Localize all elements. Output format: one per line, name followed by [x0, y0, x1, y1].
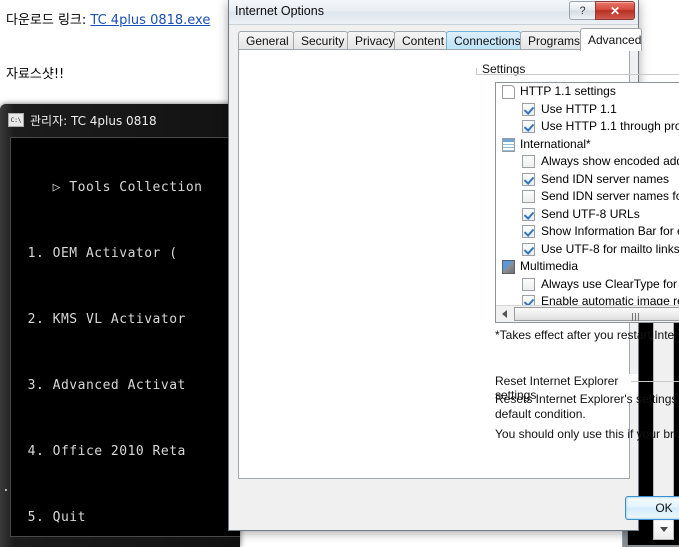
- screenshot-label: 자료스샷!!: [6, 67, 65, 82]
- tab-label: Privacy: [355, 34, 395, 48]
- tab-label: Advanced: [588, 33, 642, 47]
- settings-group-rule: [476, 74, 679, 75]
- tab-strip: General Security Privacy Content Connections…: [238, 28, 642, 51]
- console-body[interactable]: ▷ Tools Collection 1. OEM Activator ( 2.…: [10, 137, 240, 537]
- document-icon: [502, 85, 515, 99]
- tab-connections[interactable]: Connections: [446, 31, 521, 50]
- download-label: 다운로드 링크:: [6, 13, 91, 28]
- checkbox-icon[interactable]: [522, 295, 535, 305]
- tab-label: Programs: [528, 34, 581, 48]
- console-title: 관리자: TC 4plus 0818: [30, 113, 157, 128]
- scrollbar-thumb-horizontal[interactable]: [514, 307, 679, 321]
- tab-content[interactable]: Content: [394, 31, 447, 50]
- settings-checkbox-label: Send IDN server names for Intranet addre…: [541, 189, 679, 203]
- settings-category-row[interactable]: Multimedia: [496, 258, 679, 276]
- multimedia-icon: [502, 260, 515, 274]
- settings-checkbox-label: Always use ClearType for HTML*: [541, 276, 679, 291]
- settings-category-row[interactable]: HTTP 1.1 settings: [496, 83, 679, 101]
- settings-checkbox-label: Send IDN server names: [541, 171, 670, 186]
- checkbox-icon[interactable]: [522, 102, 535, 116]
- settings-category-row[interactable]: International*: [496, 136, 679, 154]
- help-icon[interactable]: ?: [569, 1, 596, 20]
- settings-listbox[interactable]: HTTP 1.1 settings Use HTTP 1.1 Use HTTP 1.…: [495, 82, 679, 323]
- settings-checkbox-row[interactable]: Use HTTP 1.1: [496, 101, 679, 119]
- settings-checkbox-row[interactable]: Send IDN server names for Intranet addre…: [496, 188, 679, 206]
- scroll-down-icon[interactable]: [654, 521, 673, 539]
- console-titlebar[interactable]: C:\ 관리자: TC 4plus 0818: [8, 109, 240, 131]
- settings-horizontal-scrollbar[interactable]: [496, 305, 679, 322]
- tab-label: Connections: [454, 34, 521, 48]
- settings-checkbox-row[interactable]: Send UTF-8 URLs: [496, 206, 679, 224]
- checkbox-icon[interactable]: [522, 225, 535, 238]
- console-stray-char: .: [2, 480, 10, 495]
- settings-category-label: International*: [520, 136, 591, 151]
- settings-checkbox-label: Use UTF-8 for mailto links: [541, 241, 679, 256]
- settings-checkbox-row[interactable]: Use UTF-8 for mailto links: [496, 241, 679, 259]
- grip-icon: [631, 310, 642, 321]
- console-output: ▷ Tools Collection 1. OEM Activator ( 2.…: [27, 180, 203, 525]
- settings-category-label: Multimedia: [520, 259, 579, 273]
- ok-button[interactable]: OK: [625, 496, 679, 520]
- reset-description: Resets Internet Explorer's settings to t…: [495, 392, 679, 421]
- settings-checkbox-label: Enable automatic image resizing: [541, 294, 679, 305]
- settings-checkbox-row[interactable]: Always use ClearType for HTML*: [496, 276, 679, 294]
- tab-advanced[interactable]: Advanced: [580, 28, 642, 51]
- close-icon[interactable]: ✕: [595, 1, 635, 20]
- settings-checkbox-row[interactable]: Show Information Bar for encoded address…: [496, 223, 679, 241]
- reset-group-rule: [631, 381, 679, 382]
- settings-checkbox-label: Always show encoded addresses: [541, 154, 679, 168]
- checkbox-icon[interactable]: [522, 172, 535, 186]
- tab-programs[interactable]: Programs: [520, 31, 581, 50]
- settings-checkbox-row[interactable]: Always show encoded addresses: [496, 153, 679, 171]
- internet-options-dialog[interactable]: Internet Options ? ✕ General Security Priv…: [228, 0, 679, 531]
- settings-list-viewport: HTTP 1.1 settings Use HTTP 1.1 Use HTTP 1.…: [496, 83, 679, 305]
- checkbox-icon[interactable]: [522, 277, 535, 291]
- checkbox-icon[interactable]: [522, 120, 535, 133]
- reset-warning-text: You should only use this if your browser…: [495, 427, 679, 441]
- dialog-title: Internet Options: [235, 4, 324, 18]
- tab-label: General: [246, 34, 289, 48]
- tab-security[interactable]: Security: [293, 31, 348, 50]
- download-link[interactable]: TC 4plus 0818.exe: [90, 13, 210, 28]
- settings-checkbox-label: Use HTTP 1.1: [541, 101, 617, 116]
- checkbox-icon[interactable]: [522, 242, 535, 256]
- tab-label: Content: [402, 34, 445, 48]
- settings-checkbox-row[interactable]: Enable automatic image resizing: [496, 293, 679, 305]
- settings-checkbox-row[interactable]: Send IDN server names: [496, 171, 679, 189]
- settings-checkbox-row[interactable]: Use HTTP 1.1 through proxy connections: [496, 118, 679, 136]
- settings-checkbox-label: Send UTF-8 URLs: [541, 206, 640, 221]
- checkbox-icon[interactable]: [522, 155, 535, 168]
- tab-general[interactable]: General: [238, 31, 294, 50]
- settings-footnote: *Takes effect after you restart Internet…: [495, 328, 679, 342]
- download-line: 다운로드 링크: TC 4plus 0818.exe: [6, 9, 210, 28]
- console-icon: C:\: [8, 113, 24, 127]
- console-window[interactable]: C:\ 관리자: TC 4plus 0818 ▷ Tools Collectio…: [0, 104, 240, 547]
- scroll-left-icon[interactable]: [496, 306, 513, 322]
- settings-category-label: HTTP 1.1 settings: [520, 84, 616, 98]
- checkbox-icon[interactable]: [522, 207, 535, 221]
- tab-label: Security: [301, 34, 345, 48]
- checkbox-icon[interactable]: [522, 190, 535, 203]
- tab-privacy[interactable]: Privacy: [347, 31, 395, 50]
- settings-checkbox-label: Use HTTP 1.1 through proxy connections: [541, 119, 679, 133]
- settings-checkbox-label: Show Information Bar for encoded address…: [541, 224, 679, 238]
- page-lines-icon: [502, 137, 515, 152]
